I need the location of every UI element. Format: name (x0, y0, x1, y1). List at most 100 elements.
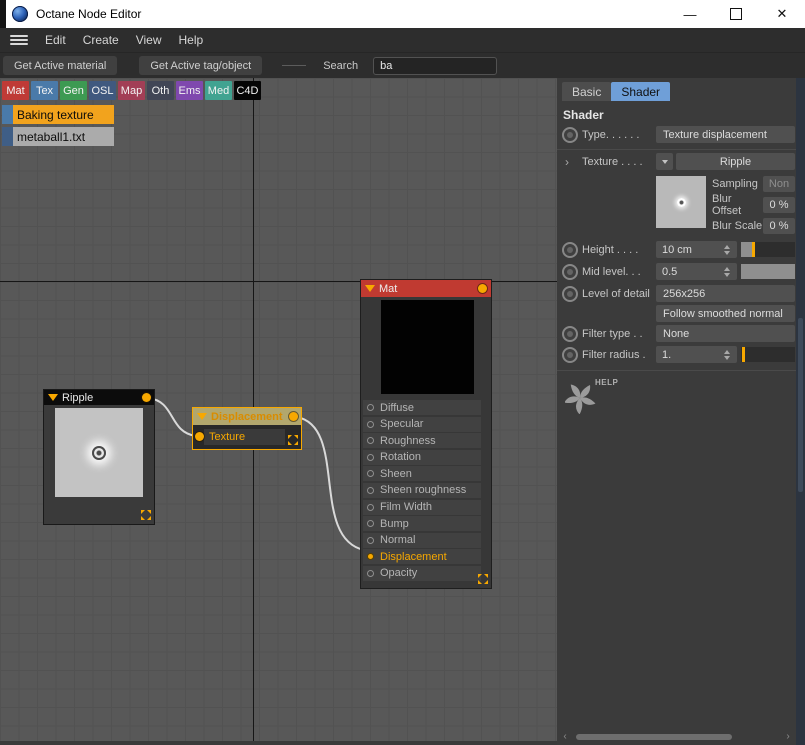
node-mat-output-port[interactable] (478, 284, 487, 293)
animation-dot-icon[interactable] (562, 285, 578, 302)
input-port[interactable] (367, 470, 374, 478)
collapse-triangle-icon[interactable] (48, 394, 58, 401)
blur-scale-field[interactable]: 0 % (763, 218, 795, 234)
mat-input-displacement[interactable]: Displacement (363, 549, 481, 565)
hamburger-menu-icon[interactable] (10, 34, 28, 46)
mat-input-normal[interactable]: Normal (363, 532, 481, 548)
filter-radius-slider[interactable] (741, 347, 795, 362)
minimize-button[interactable]: — (667, 0, 713, 28)
texture-thumbnail[interactable] (656, 176, 706, 228)
mat-input-film-width[interactable]: Film Width (363, 499, 481, 515)
expander-chevron-icon[interactable]: › (562, 155, 569, 169)
get-active-material-button[interactable]: Get Active material (3, 56, 118, 75)
spin-up-icon[interactable] (724, 244, 730, 249)
get-active-tag-button[interactable]: Get Active tag/object (139, 56, 263, 75)
list-item-metaball[interactable]: metaball1.txt (2, 127, 114, 146)
input-port[interactable] (367, 536, 374, 544)
input-port[interactable] (367, 420, 374, 428)
animation-dot-icon[interactable] (562, 325, 578, 342)
height-spinner[interactable]: 10 cm (656, 241, 737, 258)
spin-down-icon[interactable] (724, 355, 730, 360)
tab-gen[interactable]: Gen (60, 81, 87, 100)
tab-c4d[interactable]: C4D (234, 81, 261, 100)
input-port[interactable] (367, 503, 374, 511)
mat-input-bump[interactable]: Bump (363, 516, 481, 532)
animation-dot-icon[interactable] (562, 126, 578, 143)
filter-radius-spinner[interactable]: 1. (656, 346, 737, 363)
node-graph-canvas[interactable]: Mat Tex Gen OSL Map Oth Ems Med C4D Baki… (0, 78, 557, 745)
spin-up-icon[interactable] (724, 266, 730, 271)
input-port-connected[interactable] (367, 553, 374, 561)
mat-input-specular[interactable]: Specular (363, 416, 481, 432)
horizontal-scrollbar[interactable]: ‹ › (560, 732, 793, 742)
mat-input-roughness[interactable]: Roughness (363, 433, 481, 449)
scrollbar-thumb[interactable] (576, 734, 732, 740)
menu-view[interactable]: View (136, 33, 162, 47)
node-displacement[interactable]: Displacement Texture (192, 407, 302, 450)
spin-up-icon[interactable] (724, 349, 730, 354)
node-ripple-output-port[interactable] (142, 393, 151, 402)
help-button[interactable]: HELP (564, 378, 625, 420)
spin-down-icon[interactable] (724, 272, 730, 277)
node-mat-header[interactable]: Mat (361, 280, 491, 297)
mat-input-sheen-roughness[interactable]: Sheen roughness (363, 482, 481, 498)
scrollbar-track[interactable] (570, 732, 732, 742)
scrollbar-thumb[interactable] (798, 318, 803, 492)
node-ripple-header[interactable]: Ripple (44, 390, 154, 405)
menu-create[interactable]: Create (83, 33, 119, 47)
tab-osl[interactable]: OSL (89, 81, 116, 100)
level-of-detail-dropdown[interactable]: 256x256 (656, 285, 795, 302)
mid-level-spinner[interactable]: 0.5 (656, 263, 737, 280)
node-displacement-output-port[interactable] (289, 412, 298, 421)
menu-edit[interactable]: Edit (45, 33, 66, 47)
mat-input-sheen[interactable]: Sheen (363, 466, 481, 482)
scroll-right-icon[interactable]: › (783, 732, 793, 742)
type-dropdown[interactable]: Texture displacement (656, 126, 795, 143)
mid-level-slider[interactable] (741, 264, 795, 279)
blur-offset-field[interactable]: 0 % (763, 197, 795, 213)
input-port[interactable] (367, 486, 374, 494)
tab-tex[interactable]: Tex (31, 81, 58, 100)
filter-type-dropdown[interactable]: None (656, 325, 795, 342)
menu-help[interactable]: Help (179, 33, 204, 47)
collapse-triangle-icon[interactable] (365, 285, 375, 292)
tab-mat[interactable]: Mat (2, 81, 29, 100)
spin-down-icon[interactable] (724, 250, 730, 255)
texture-dropdown-button[interactable] (656, 153, 673, 170)
tab-ems[interactable]: Ems (176, 81, 203, 100)
mat-input-rotation[interactable]: Rotation (363, 449, 481, 465)
follow-smoothed-normal-button[interactable]: Follow smoothed normal (656, 305, 795, 322)
maximize-button[interactable] (713, 0, 759, 28)
texture-value-button[interactable]: Ripple (676, 153, 795, 170)
animation-dot-icon[interactable] (562, 263, 578, 280)
tab-med[interactable]: Med (205, 81, 232, 100)
node-displacement-header[interactable]: Displacement (193, 408, 301, 425)
sampling-dropdown[interactable]: Non (763, 176, 795, 192)
collapse-triangle-icon[interactable] (197, 413, 207, 420)
node-resize-icon[interactable] (288, 435, 298, 445)
input-port[interactable] (367, 520, 374, 528)
input-port[interactable] (367, 437, 374, 445)
animation-dot-icon[interactable] (562, 346, 578, 363)
height-slider[interactable] (741, 242, 795, 257)
close-button[interactable]: ✕ (759, 0, 805, 28)
node-resize-icon[interactable] (478, 574, 488, 584)
tab-shader[interactable]: Shader (611, 82, 671, 101)
displacement-texture-input-port[interactable] (195, 432, 204, 441)
node-mat[interactable]: Mat Diffuse Specular Roughness Rotation … (360, 279, 492, 589)
search-input[interactable] (373, 56, 498, 75)
input-port[interactable] (367, 453, 374, 461)
tab-map[interactable]: Map (118, 81, 145, 100)
list-item-baking-texture[interactable]: Baking texture (2, 105, 114, 124)
scroll-left-icon[interactable]: ‹ (560, 732, 570, 742)
mat-input-diffuse[interactable]: Diffuse (363, 400, 481, 415)
node-ripple[interactable]: Ripple (43, 389, 155, 525)
input-port[interactable] (367, 569, 374, 577)
vertical-scrollbar[interactable] (796, 78, 805, 745)
mat-input-opacity[interactable]: Opacity (363, 565, 481, 581)
tab-basic[interactable]: Basic (562, 82, 612, 101)
animation-dot-icon[interactable] (562, 241, 578, 258)
input-port[interactable] (367, 404, 374, 411)
tab-oth[interactable]: Oth (147, 81, 174, 100)
node-resize-icon[interactable] (141, 510, 151, 520)
